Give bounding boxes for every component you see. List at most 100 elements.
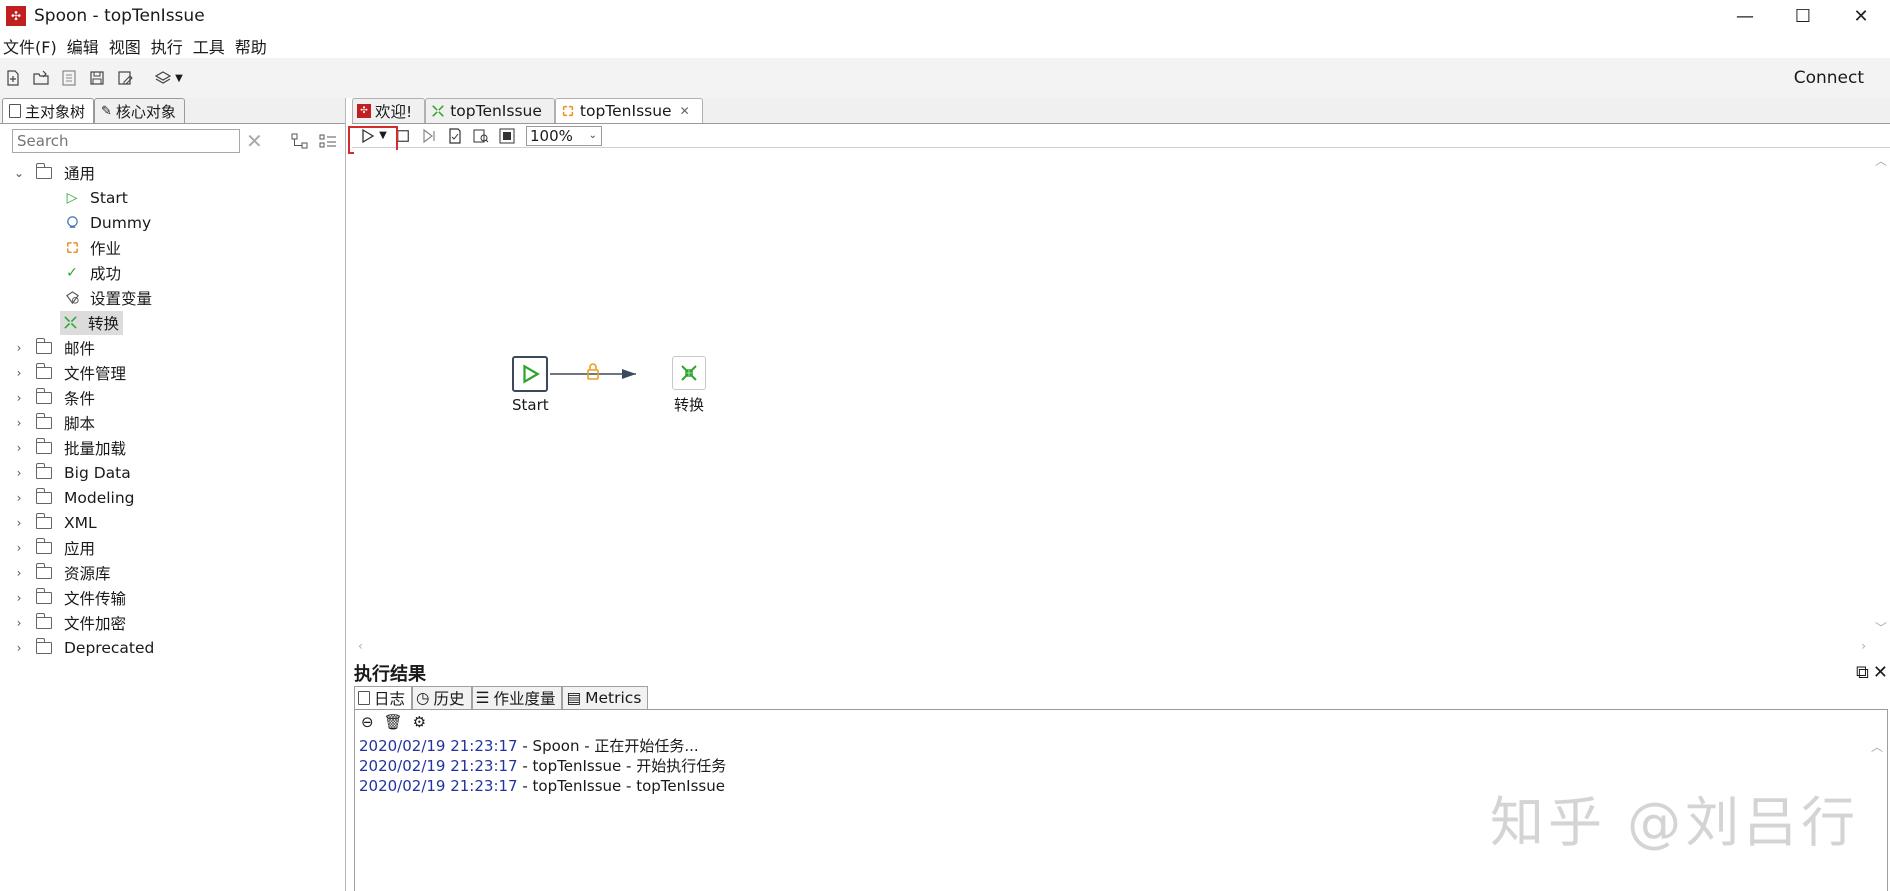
transformation-icon [62,315,78,331]
chevron-right-icon[interactable]: › [12,366,26,380]
dummy-head-icon [64,215,80,231]
connect-button[interactable]: Connect [1794,68,1864,88]
tab-transformation-toptenissue[interactable]: topTenIssue [425,98,555,123]
tab-log[interactable]: 日志 [354,686,413,709]
menu-run[interactable]: 执行 [148,34,190,58]
save-as-icon[interactable] [116,69,134,87]
tree-folder-conditions[interactable]: › 条件 [0,385,345,410]
tree-folder-repository[interactable]: › 资源库 [0,560,345,585]
popout-icon[interactable]: ⧉ [1856,662,1869,683]
scroll-up-icon[interactable]: ︿ [1875,152,1887,169]
tree-folder-file-transfer[interactable]: › 文件传输 [0,585,345,610]
folder-icon [35,587,52,604]
new-file-icon[interactable] [4,69,22,87]
tree-folder-scripting[interactable]: › 脚本 [0,410,345,435]
tab-welcome[interactable]: ✣ 欢迎! [352,98,426,123]
close-tab-icon[interactable]: ✕ [680,104,690,118]
clear-search-icon[interactable]: ✕ [246,129,263,153]
editor-tab-bar: ✣ 欢迎! topTenIssue topTenIssue ✕ [352,98,1890,124]
collapse-all-icon[interactable] [319,133,337,149]
set-variable-icon [64,290,80,306]
metrics-chart-icon: ▤ [566,689,582,707]
tree-item-set-variables[interactable]: 设置变量 [0,285,345,310]
clock-icon: ◷ [416,689,430,707]
open-file-icon[interactable] [32,69,50,87]
save-icon[interactable] [88,69,106,87]
tab-label: 作业度量 [493,690,556,708]
tree-item-dummy[interactable]: Dummy [0,210,345,235]
chevron-right-icon[interactable]: › [12,591,26,605]
search-row: ✕ [0,124,345,158]
chevron-right-icon[interactable]: › [12,516,26,530]
zoom-select[interactable]: 100% ⌄ [526,125,602,146]
step-start[interactable]: Start [512,356,549,414]
scroll-left-icon[interactable]: ‹ [358,639,363,653]
tab-job-metrics[interactable]: ☰ 作业度量 [471,686,563,709]
hide-icon[interactable]: ⊖ [361,713,374,731]
impact-analysis-icon[interactable] [470,126,492,146]
folder-label: 条件 [64,389,96,408]
canvas-horizontal-scrollbar[interactable]: ‹ › [354,638,1870,654]
tab-history[interactable]: ◷ 历史 [412,686,472,709]
chevron-right-icon[interactable]: › [12,491,26,505]
trash-icon[interactable]: 🗑 [384,713,403,731]
chevron-right-icon[interactable]: › [12,566,26,580]
chevron-right-icon[interactable]: › [12,391,26,405]
menu-tools[interactable]: 工具 [190,34,232,58]
chevron-right-icon[interactable]: › [12,541,26,555]
chevron-right-icon[interactable]: › [12,641,26,655]
scroll-down-icon[interactable]: ﹀ [1875,619,1887,636]
layers-dropdown-icon[interactable]: ▼ [174,69,184,87]
chevron-right-icon[interactable]: › [12,416,26,430]
expand-all-icon[interactable] [291,133,309,149]
menu-view[interactable]: 视图 [106,34,148,58]
scroll-right-icon[interactable]: › [1861,639,1866,653]
tree-folder-file-encryption[interactable]: › 文件加密 [0,610,345,635]
show-sql-icon[interactable] [496,126,518,146]
chevron-down-icon[interactable]: ⌄ [12,166,26,180]
gear-icon[interactable]: ⚙ [413,713,426,731]
tree-folder-bulk-loading[interactable]: › 批量加载 [0,435,345,460]
tree-folder-general[interactable]: ⌄ 通用 [0,160,345,185]
folder-label: Deprecated [64,638,155,657]
tree-folder-mail[interactable]: › 邮件 [0,335,345,360]
tree-folder-deprecated[interactable]: › Deprecated [0,635,345,660]
maximize-button[interactable]: ☐ [1774,0,1832,32]
minimize-button[interactable]: — [1716,0,1774,32]
close-results-icon[interactable]: ✕ [1873,662,1888,683]
replay-icon[interactable] [418,126,440,146]
close-window-button[interactable]: ✕ [1832,0,1890,32]
tab-label: topTenIssue [579,102,672,120]
tree-folder-xml[interactable]: › XML [0,510,345,535]
log-line: 2020/02/19 21:23:17 - Spoon - 正在开始任务... [359,737,699,755]
tree-folder-file-management[interactable]: › 文件管理 [0,360,345,385]
explore-repository-icon[interactable] [60,69,78,87]
chevron-right-icon[interactable]: › [12,341,26,355]
check-job-icon[interactable] [444,126,466,146]
tab-core-objects[interactable]: ✎ 核心对象 [94,98,185,123]
layers-icon[interactable] [154,69,172,87]
search-input[interactable] [12,129,240,153]
chevron-right-icon[interactable]: › [12,466,26,480]
tab-job-toptenissue[interactable]: topTenIssue ✕ [554,98,703,123]
chevron-right-icon[interactable]: › [12,616,26,630]
chevron-right-icon[interactable]: › [12,441,26,455]
log-scroll-up-icon[interactable]: ︿ [1871,738,1883,755]
tab-metrics[interactable]: ▤ Metrics [562,686,649,709]
tree-folder-big-data[interactable]: › Big Data [0,460,345,485]
tree-item-job[interactable]: 作业 [0,235,345,260]
canvas-vertical-scrollbar[interactable]: ︿ ﹀ [1872,150,1890,638]
tree-item-start[interactable]: ▷ Start [0,185,345,210]
menu-help[interactable]: 帮助 [232,34,274,58]
tree-item-success[interactable]: ✓ 成功 [0,260,345,285]
menu-edit[interactable]: 编辑 [64,34,106,58]
tab-label: 欢迎! [375,103,413,121]
tree-item-transformation[interactable]: 转换 [0,310,345,335]
tab-main-object-tree[interactable]: 主对象树 [2,98,95,123]
menu-file[interactable]: 文件(F) [0,34,64,58]
hop-connector[interactable] [550,362,664,386]
job-canvas[interactable]: Start 转换 [354,150,1870,638]
step-transformation[interactable]: 转换 [672,356,706,415]
tree-folder-utility[interactable]: › 应用 [0,535,345,560]
tree-folder-modeling[interactable]: › Modeling [0,485,345,510]
